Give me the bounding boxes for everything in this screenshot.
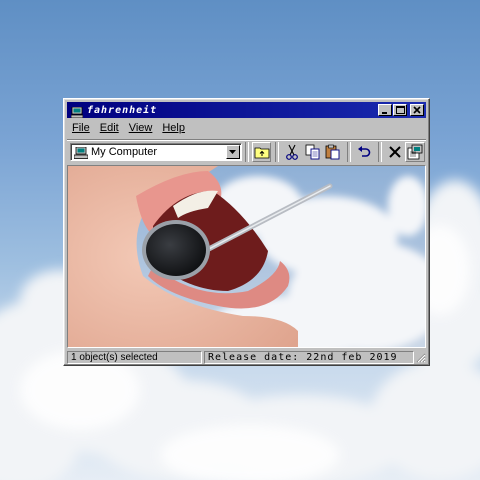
maximize-icon: [395, 106, 405, 114]
status-release-date: Release date: 22nd feb 2019: [204, 350, 414, 364]
paste-icon: [325, 144, 340, 160]
close-button[interactable]: [410, 104, 424, 116]
content-viewport: [67, 165, 426, 348]
address-combobox[interactable]: My Computer: [70, 143, 242, 161]
explorer-window: fahrenheit File Edit View Help My Comput…: [63, 98, 430, 366]
mouth-mirror-image: [68, 166, 425, 347]
up-folder-button[interactable]: [251, 142, 272, 162]
cut-icon: [286, 144, 299, 160]
toolbar-separator: [244, 142, 249, 162]
toolbar: My Computer: [67, 139, 426, 164]
computer-icon: [70, 105, 84, 118]
toolbar-separator: [377, 142, 382, 162]
close-icon: [413, 106, 421, 114]
menu-view-label: View: [128, 122, 153, 134]
menu-file[interactable]: File: [72, 122, 90, 134]
toolbar-separator: [275, 142, 280, 162]
status-selection: 1 object(s) selected: [67, 350, 202, 364]
up-folder-icon: [254, 147, 269, 159]
delete-button[interactable]: [385, 142, 405, 162]
cut-button[interactable]: [282, 142, 302, 162]
copy-icon: [305, 144, 320, 160]
address-value: My Computer: [91, 146, 158, 158]
status-bar: 1 object(s) selected Release date: 22nd …: [67, 350, 426, 364]
menu-view[interactable]: View: [129, 122, 153, 134]
maximize-button[interactable]: [393, 104, 407, 116]
menu-bar: File Edit View Help: [72, 120, 185, 136]
my-computer-icon: [73, 146, 89, 159]
window-title: fahrenheit: [87, 104, 158, 116]
toolbar-separator: [347, 142, 352, 162]
minimize-icon: [382, 112, 387, 114]
menu-edit-label: Edit: [99, 122, 119, 134]
properties-button[interactable]: [405, 142, 426, 162]
title-bar[interactable]: fahrenheit: [67, 102, 426, 118]
resize-grip-icon[interactable]: [415, 352, 426, 363]
address-dropdown-button[interactable]: [225, 145, 240, 159]
menu-edit[interactable]: Edit: [100, 122, 119, 134]
chevron-down-icon: [229, 150, 237, 154]
properties-icon: [407, 144, 423, 160]
menu-file-label: File: [72, 122, 90, 134]
undo-button[interactable]: [354, 142, 374, 162]
copy-button[interactable]: [303, 142, 323, 162]
undo-icon: [357, 146, 371, 157]
menu-help-label: Help: [162, 122, 185, 134]
paste-button[interactable]: [324, 142, 344, 162]
delete-icon: [388, 146, 401, 158]
minimize-button[interactable]: [378, 104, 392, 116]
menu-help[interactable]: Help: [162, 122, 185, 134]
